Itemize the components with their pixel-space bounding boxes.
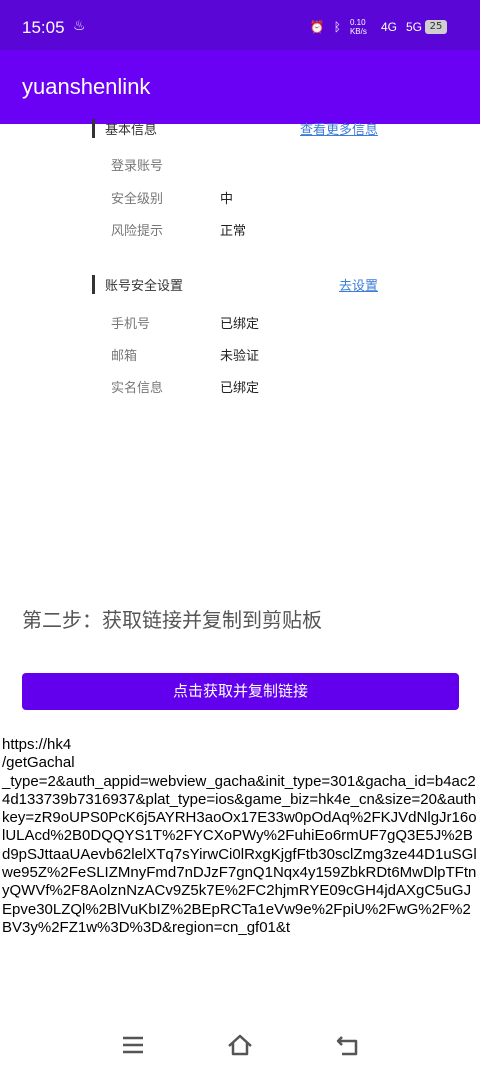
battery-level: 25	[429, 21, 443, 32]
navigation-bar	[0, 1020, 480, 1070]
menu-icon[interactable]	[118, 1030, 148, 1060]
app-title: yuanshenlink	[22, 74, 151, 99]
email-value: 未验证	[220, 349, 260, 364]
get-copy-link-button[interactable]: 点击获取并复制链接	[22, 673, 459, 710]
security-level-value: 中	[220, 192, 234, 207]
security-level-label: 安全级别	[111, 192, 164, 207]
battery-icon: 25	[425, 20, 447, 34]
back-icon[interactable]	[332, 1030, 362, 1060]
go-settings-link[interactable]: 去设置	[339, 275, 378, 294]
status-time: 15:05	[22, 18, 65, 37]
email-label: 邮箱	[111, 349, 138, 364]
status-bar: 15:05 ♨ ⏰ ᛒ 0.10 KB/s 4G 5G 25	[0, 0, 480, 50]
security-settings-heading: 账号安全设置	[92, 275, 183, 294]
view-more-info-link[interactable]: 查看更多信息	[300, 119, 378, 138]
phone-value: 已绑定	[220, 317, 260, 332]
login-account-label: 登录账号	[111, 159, 164, 174]
risk-tip-value: 正常	[220, 224, 247, 239]
risk-tip-label: 风险提示	[111, 224, 164, 239]
app-bar: yuanshenlink	[0, 50, 480, 124]
phone-label: 手机号	[111, 317, 151, 332]
home-icon[interactable]	[225, 1030, 255, 1060]
net-speed: 0.10 KB/s	[349, 18, 367, 36]
real-name-label: 实名信息	[111, 381, 164, 396]
basic-info-heading: 基本信息	[92, 119, 157, 138]
link-output[interactable]: https://hk4 /getGachal _type=2&auth_appi…	[2, 736, 478, 937]
alarm-icon: ⏰	[309, 20, 325, 34]
real-name-value: 已绑定	[220, 381, 260, 396]
signal-2: 5G	[405, 20, 422, 34]
signal-1: 4G	[380, 20, 397, 34]
status-indicators: ⏰ ᛒ 0.10 KB/s 4G 5G	[310, 18, 422, 36]
bluetooth-icon: ᛒ	[333, 20, 341, 34]
step2-title: 第二步：获取链接并复制到剪贴板	[22, 608, 322, 632]
flame-icon: ♨	[73, 18, 86, 34]
